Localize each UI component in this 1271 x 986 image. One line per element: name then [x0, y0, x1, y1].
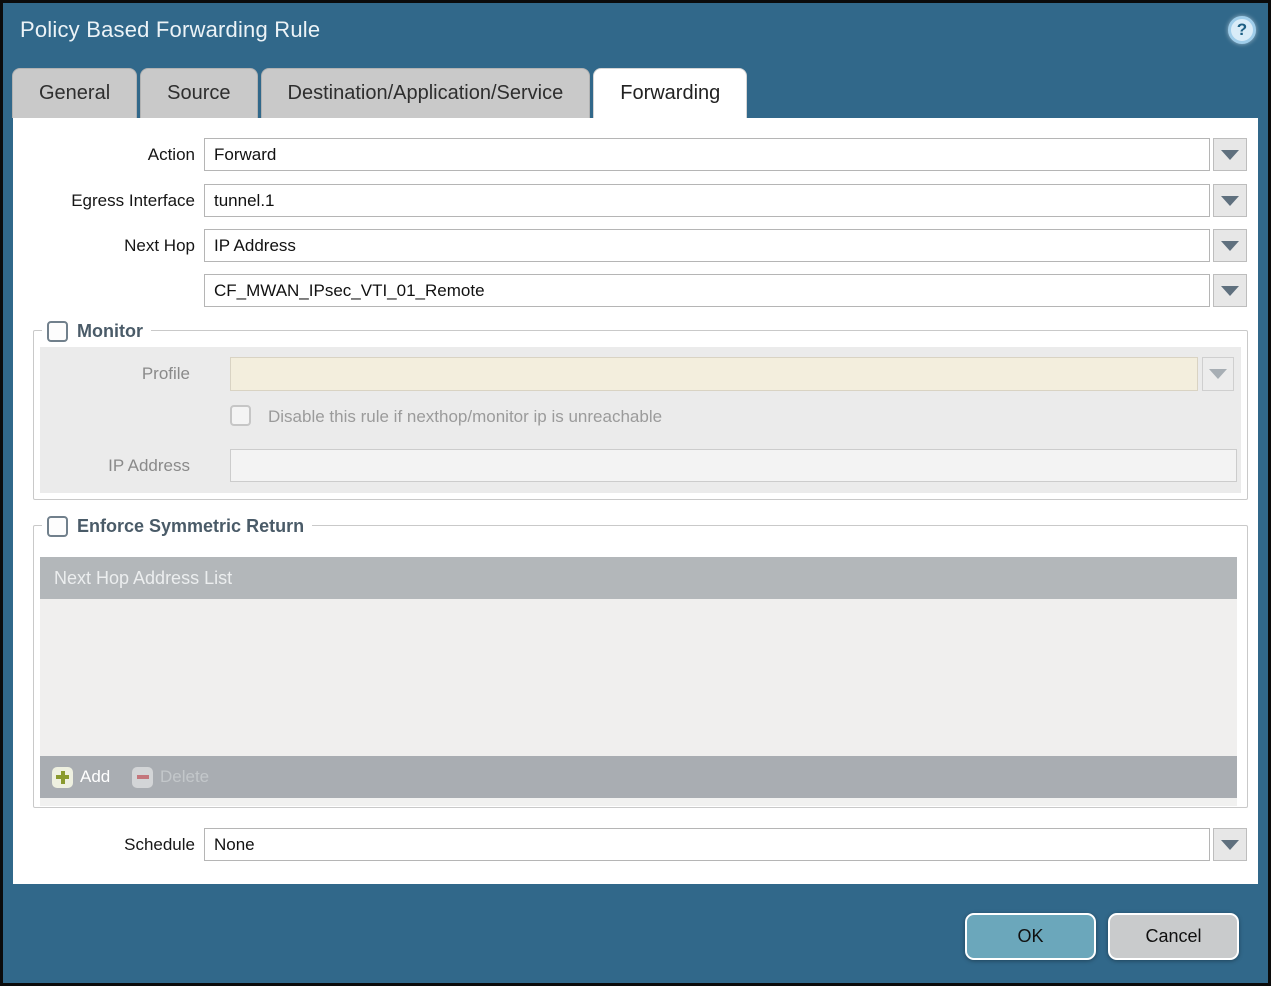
action-label: Action	[147, 145, 195, 164]
tab-destination-application-service[interactable]: Destination/Application/Service	[260, 68, 591, 118]
profile-label: Profile	[141, 364, 190, 383]
egress-interface-label: Egress Interface	[71, 191, 195, 210]
profile-select	[230, 357, 1198, 391]
tab-source[interactable]: Source	[140, 68, 258, 118]
delete-button: Delete	[132, 756, 209, 798]
action-select[interactable]: Forward	[204, 138, 1210, 171]
schedule-row: Schedule None	[13, 828, 1258, 861]
ok-button[interactable]: OK	[965, 913, 1096, 960]
next-hop-address-row: CF_MWAN_IPsec_VTI_01_Remote	[13, 274, 1258, 307]
next-hop-label: Next Hop	[124, 236, 195, 255]
dialog-title: Policy Based Forwarding Rule	[20, 17, 321, 42]
pbf-rule-dialog: Policy Based Forwarding Rule ? General S…	[0, 0, 1271, 986]
schedule-label: Schedule	[124, 835, 195, 854]
next-hop-dropdown-button[interactable]	[1213, 229, 1247, 262]
next-hop-row: Next Hop IP Address	[13, 229, 1258, 262]
plus-icon	[52, 766, 73, 788]
disable-rule-checkbox	[230, 405, 251, 426]
monitor-label: Monitor	[77, 320, 143, 341]
chevron-down-icon	[1221, 839, 1239, 850]
monitor-ip-address-input	[230, 449, 1237, 482]
next-hop-address-dropdown-button[interactable]	[1213, 274, 1247, 307]
tab-panel-forwarding: Action Forward Egress Interface tunnel.1…	[13, 118, 1258, 884]
next-hop-address-list-header: Next Hop Address List	[40, 557, 1237, 599]
action-dropdown-button[interactable]	[1213, 138, 1247, 171]
monitor-ip-address-label: IP Address	[108, 456, 190, 475]
next-hop-address-list-toolbar: Add Delete	[40, 756, 1237, 798]
tab-forwarding[interactable]: Forwarding	[593, 68, 748, 118]
action-row: Action Forward	[13, 138, 1258, 171]
next-hop-address-select[interactable]: CF_MWAN_IPsec_VTI_01_Remote	[204, 274, 1210, 307]
enforce-symmetric-return-section: Enforce Symmetric Return Next Hop Addres…	[33, 512, 1248, 808]
monitor-panel: Profile Disable this rule if nexthop/mon…	[40, 347, 1241, 493]
help-icon[interactable]: ?	[1228, 16, 1256, 44]
disable-rule-label: Disable this rule if nexthop/monitor ip …	[268, 407, 663, 426]
tab-general[interactable]: General	[12, 68, 138, 118]
profile-row: Profile	[40, 357, 1241, 391]
minus-icon	[132, 766, 153, 788]
monitor-section: Monitor Profile Disable this rule if nex…	[33, 317, 1248, 500]
enforce-symmetric-return-legend: Enforce Symmetric Return	[42, 512, 313, 540]
enforce-symmetric-return-label: Enforce Symmetric Return	[77, 515, 305, 536]
disable-rule-row: Disable this rule if nexthop/monitor ip …	[40, 405, 1241, 439]
monitor-ip-address-row: IP Address	[40, 449, 1241, 483]
tab-bar: General Source Destination/Application/S…	[12, 68, 748, 118]
next-hop-address-list-body	[40, 599, 1237, 756]
chevron-down-icon	[1221, 285, 1239, 296]
monitor-checkbox[interactable]	[47, 320, 68, 342]
chevron-down-icon	[1209, 369, 1227, 379]
add-button[interactable]: Add	[52, 756, 110, 798]
add-button-label: Add	[80, 767, 111, 786]
chevron-down-icon	[1221, 240, 1239, 251]
delete-button-label: Delete	[160, 767, 210, 786]
enforce-symmetric-return-checkbox[interactable]	[47, 515, 68, 537]
chevron-down-icon	[1221, 195, 1239, 206]
profile-dropdown-button	[1202, 357, 1234, 391]
egress-interface-select[interactable]: tunnel.1	[204, 184, 1210, 217]
egress-interface-row: Egress Interface tunnel.1	[13, 184, 1258, 217]
next-hop-type-select[interactable]: IP Address	[204, 229, 1210, 262]
schedule-select[interactable]: None	[204, 828, 1210, 861]
schedule-dropdown-button[interactable]	[1213, 828, 1247, 861]
monitor-legend: Monitor	[42, 317, 151, 345]
table-bottom-strip	[40, 798, 1237, 806]
cancel-button[interactable]: Cancel	[1108, 913, 1239, 960]
chevron-down-icon	[1221, 149, 1239, 160]
egress-interface-dropdown-button[interactable]	[1213, 184, 1247, 217]
